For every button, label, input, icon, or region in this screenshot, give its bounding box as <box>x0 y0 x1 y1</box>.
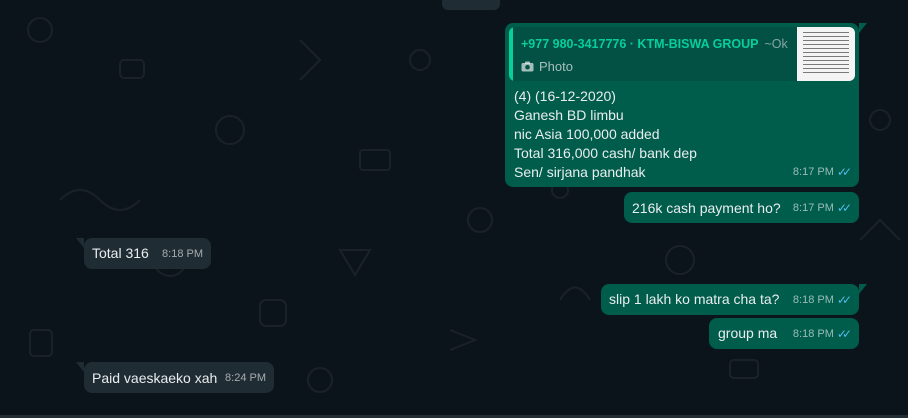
message-line: (4) (16-12-2020) <box>514 88 616 104</box>
message-meta: 8:17 PM ✓✓ <box>792 163 852 182</box>
quoted-sender: +977 980-3417776 · KTM-BISWA GROUP ~Ok <box>521 35 788 54</box>
message-line: Ganesh BD limbu <box>514 107 624 123</box>
quoted-type-label: Photo <box>539 59 573 74</box>
incoming-message[interactable]: Paid vaeskaeko xah 8:24 PM <box>76 362 274 393</box>
message-meta: 8:18 PM <box>162 245 203 264</box>
message-meta: 8:17 PM ✓✓ <box>792 199 852 218</box>
double-check-icon: ✓✓ <box>836 293 852 307</box>
message-time: 8:18 PM <box>162 248 203 260</box>
quote-accent-bar <box>509 27 513 81</box>
quoted-type: Photo <box>521 57 573 76</box>
message-text: 216k cash payment ho? <box>632 200 781 216</box>
message-meta: 8:18 PM ✓✓ <box>792 291 852 310</box>
message-text: slip 1 lakh ko matra cha ta? <box>609 291 780 307</box>
message-time: 8:17 PM <box>792 166 834 178</box>
double-check-icon: ✓✓ <box>836 201 852 215</box>
message-meta: 8:18 PM ✓✓ <box>792 325 852 344</box>
message-line: Total 316,000 cash/ bank dep <box>514 145 697 161</box>
message-line: nic Asia 100,000 added <box>514 126 660 142</box>
camera-icon <box>521 61 534 72</box>
message-line: Sen/ sirjana pandhak <box>514 164 646 180</box>
message-body: (4) (16-12-2020) Ganesh BD limbu nic Asi… <box>514 87 697 182</box>
message-time: 8:24 PM <box>225 372 266 384</box>
double-check-icon: ✓✓ <box>836 327 852 341</box>
outgoing-message[interactable]: 216k cash payment ho? 8:17 PM ✓✓ <box>624 192 859 223</box>
message-time: 8:18 PM <box>792 328 834 340</box>
incoming-message[interactable]: Total 316 8:18 PM <box>76 238 211 269</box>
message-time: 8:18 PM <box>792 294 834 306</box>
message-text: group ma <box>718 325 778 341</box>
quoted-sender-pushname: ~Ok <box>764 37 788 51</box>
message-time: 8:17 PM <box>792 202 834 214</box>
message-meta: 8:24 PM <box>225 369 266 388</box>
outgoing-message[interactable]: group ma 8:18 PM ✓✓ <box>709 318 859 349</box>
outgoing-message[interactable]: slip 1 lakh ko matra cha ta? 8:18 PM ✓✓ <box>601 284 867 315</box>
conversation-panel[interactable]: +977 980-3417776 · KTM-BISWA GROUP ~Ok Ph… <box>0 0 908 418</box>
quoted-sender-number: +977 980-3417776 · KTM-BISWA GROUP <box>521 37 759 51</box>
outgoing-message-with-reply[interactable]: +977 980-3417776 · KTM-BISWA GROUP ~Ok Ph… <box>505 23 867 187</box>
quoted-message[interactable]: +977 980-3417776 · KTM-BISWA GROUP ~Ok Ph… <box>509 27 855 81</box>
double-check-icon: ✓✓ <box>836 165 852 179</box>
message-text: Total 316 <box>92 245 149 261</box>
quoted-photo-thumbnail <box>797 27 855 81</box>
message-text: Paid vaeskaeko xah <box>92 370 218 386</box>
